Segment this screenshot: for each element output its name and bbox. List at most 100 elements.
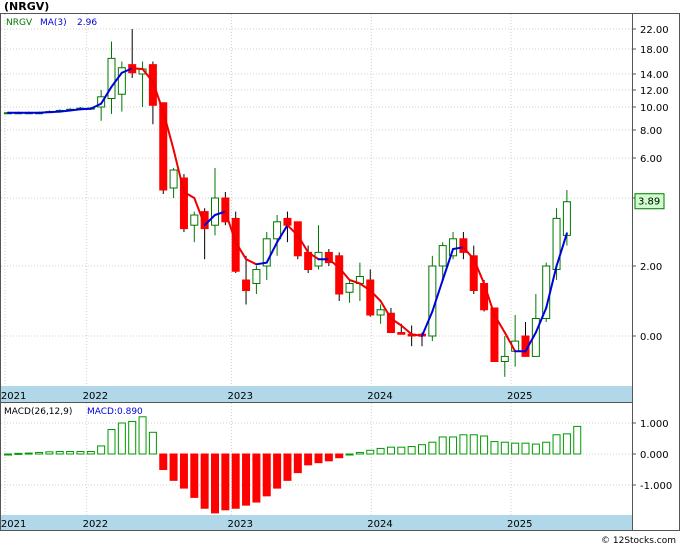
macd-bar (66, 451, 75, 455)
macd-bar (128, 420, 137, 455)
macd-bar (469, 434, 478, 455)
macd-bar (4, 453, 12, 456)
ma-legend-value: 2.96 (77, 18, 97, 28)
candle-body (438, 245, 447, 267)
candle-body (542, 265, 551, 319)
macd-legend-label: MACD(26,12,9) (4, 407, 72, 417)
macd-x-tick-label: 2024 (367, 519, 392, 530)
chart-canvas: 22.0018.0014.0012.0010.008.006.004.002.0… (0, 0, 680, 546)
macd-y-tick-label: -1.000 (640, 481, 672, 492)
candle-body (211, 197, 219, 226)
macd-x-tick-label: 2021 (1, 519, 26, 530)
macd-bar (179, 453, 188, 489)
macd-bar (314, 453, 323, 464)
ma-legend-label: MA(3) (40, 18, 67, 28)
macd-x-tick-label: 2023 (228, 519, 253, 530)
candle-body (273, 221, 282, 240)
macd-bar (242, 453, 251, 506)
price-y-tick-label: 6.00 (640, 154, 662, 165)
macd-bar (355, 451, 364, 455)
macd-bar (24, 452, 33, 455)
macd-bar (159, 453, 168, 470)
macd-bar (45, 451, 54, 455)
ticker-legend: NRGV (6, 18, 33, 28)
ma3-segment (69, 108, 82, 112)
macd-bar (376, 447, 385, 455)
candle-body (242, 279, 251, 291)
candle-body (252, 269, 261, 284)
macd-bar (459, 434, 468, 455)
macd-bar (35, 451, 44, 455)
macd-bar (562, 433, 571, 455)
macd-bar (231, 453, 240, 509)
macd-bar (14, 452, 23, 455)
candle-body (169, 169, 178, 189)
price-y-tick-label: 14.00 (640, 70, 669, 81)
macd-bar (138, 416, 147, 455)
macd-bar (293, 453, 302, 474)
ma3-segment (38, 111, 51, 114)
macd-bar (335, 453, 344, 459)
macd-legend-value: MACD:0.890 (87, 407, 143, 417)
ma3-segment (131, 67, 144, 70)
macd-bar (211, 453, 219, 514)
price-y-tick-label: 12.00 (640, 86, 669, 97)
ma3-segment (48, 110, 61, 114)
macd-bar (221, 453, 230, 511)
macd-bar (480, 435, 489, 455)
candle-body (335, 255, 344, 295)
macd-x-tick-label: 2022 (83, 519, 108, 530)
macd-bar (324, 453, 333, 462)
macd-x-tick-label: 2025 (507, 519, 532, 530)
candle-body (500, 355, 509, 362)
macd-bar (97, 445, 106, 455)
macd-bar (542, 441, 551, 455)
candle-body (480, 283, 489, 311)
macd-bar (428, 441, 437, 455)
footer-credit: © 12Stocks.com (601, 536, 676, 546)
macd-bar (169, 453, 178, 481)
macd-bar (107, 429, 116, 455)
candle-body (366, 279, 375, 316)
price-x-tick-label: 2023 (228, 391, 253, 402)
macd-bar (500, 441, 509, 455)
macd-bar (252, 453, 261, 503)
chart-title: (NRGV) (4, 0, 49, 13)
macd-bar (262, 453, 271, 497)
macd-bar (200, 453, 209, 509)
macd-bar (366, 449, 375, 455)
price-y-tick-label: 8.00 (640, 126, 662, 137)
macd-bar (531, 443, 540, 455)
macd-bar (86, 451, 95, 455)
macd-bar (418, 444, 426, 455)
macd-bar (438, 436, 447, 455)
price-x-tick-label: 2024 (367, 391, 392, 402)
price-x-tick-label: 2021 (1, 391, 26, 402)
macd-y-tick-label: 1.000 (640, 419, 669, 430)
macd-bar (449, 436, 458, 455)
macd-bar (76, 451, 85, 455)
macd-bar (55, 451, 64, 455)
candle-body (283, 217, 292, 226)
price-y-tick-label: 2.00 (640, 262, 662, 273)
macd-bar (190, 453, 199, 498)
macd-bar (117, 422, 126, 455)
price-y-tick-label: 22.00 (640, 25, 669, 36)
price-x-tick-label: 2022 (83, 391, 108, 402)
macd-bar (283, 453, 292, 481)
macd-y-tick-label: 0.000 (640, 450, 669, 461)
candle-body (552, 217, 561, 270)
macd-bar (573, 425, 582, 455)
price-y-tick-label: 0.00 (640, 332, 662, 343)
macd-bar (552, 434, 561, 455)
macd-bar (148, 431, 157, 455)
macd-bar (397, 446, 406, 455)
ma3-segment (58, 109, 72, 113)
price-y-tick-label: 18.00 (640, 45, 669, 56)
price-y-tick-label: 10.00 (640, 103, 669, 114)
macd-bar (386, 446, 395, 455)
macd-bar (521, 442, 530, 455)
macd-bar (273, 453, 282, 489)
macd-bar (304, 453, 313, 466)
candle-body (345, 283, 354, 293)
